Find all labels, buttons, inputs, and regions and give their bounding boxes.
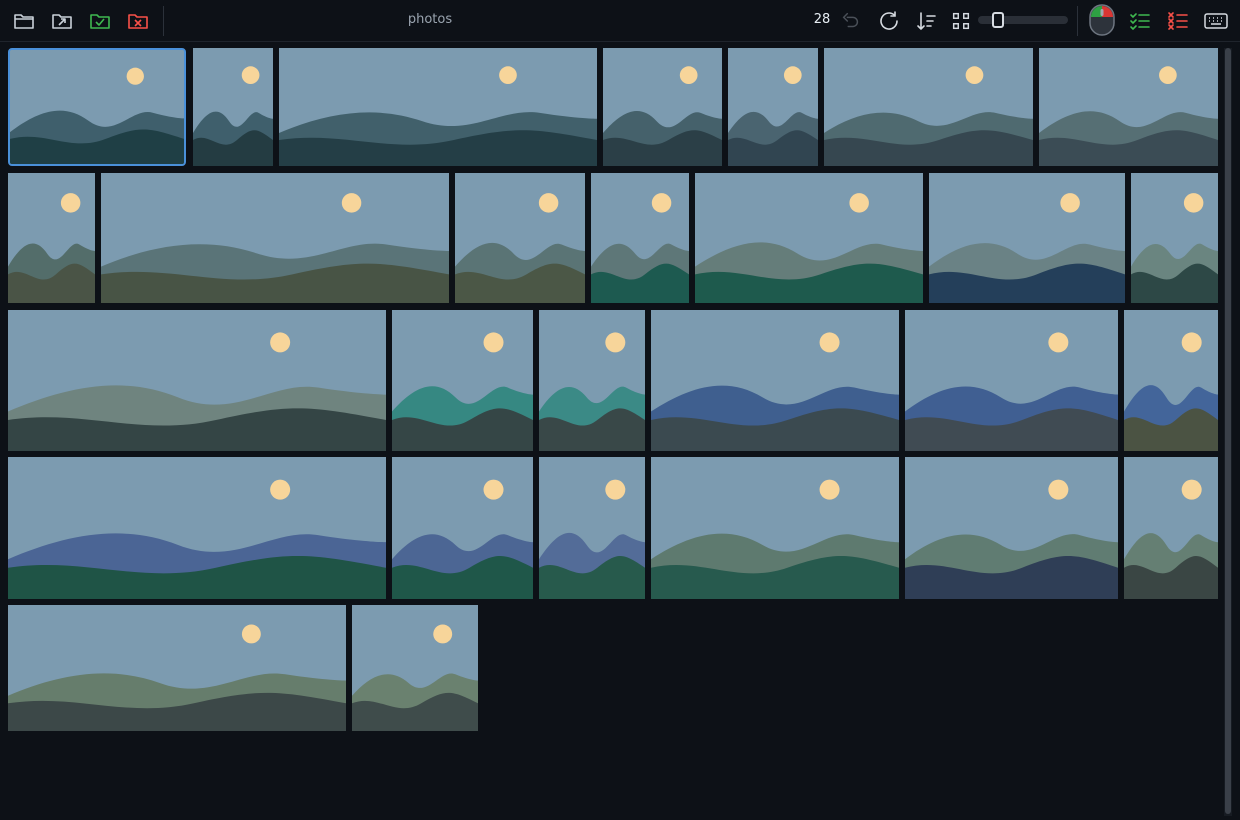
photo-image: [651, 310, 899, 451]
photo-image: [8, 310, 386, 451]
photo-image: [392, 457, 533, 599]
photo-image: [905, 457, 1118, 599]
photo-thumbnail[interactable]: [905, 457, 1118, 599]
photo-image: [603, 48, 722, 166]
photo-image: [8, 605, 346, 731]
photo-thumbnail[interactable]: [1124, 457, 1218, 599]
photo-thumbnail[interactable]: [651, 457, 899, 599]
photo-thumbnail[interactable]: [695, 173, 923, 303]
photo-thumbnail[interactable]: [8, 457, 386, 599]
photo-image: [1124, 457, 1218, 599]
photo-thumbnail[interactable]: [8, 173, 95, 303]
photo-image: [101, 173, 449, 303]
photo-thumbnail[interactable]: [8, 605, 346, 731]
photo-thumbnail[interactable]: [8, 310, 386, 451]
photo-thumbnail[interactable]: [728, 48, 818, 166]
photo-image: [392, 310, 533, 451]
photo-thumbnail[interactable]: [539, 457, 645, 599]
photo-image: [651, 457, 899, 599]
photo-image: [8, 457, 386, 599]
photo-thumbnail[interactable]: [392, 457, 533, 599]
photo-thumbnail[interactable]: [1039, 48, 1218, 166]
photo-thumbnail[interactable]: [101, 173, 449, 303]
photo-thumbnail[interactable]: [352, 605, 478, 731]
photo-image: [728, 48, 818, 166]
photo-thumbnail[interactable]: [1124, 310, 1218, 451]
photo-image: [905, 310, 1118, 451]
photo-image: [539, 310, 645, 451]
photo-thumbnail[interactable]: [455, 173, 585, 303]
photo-thumbnail[interactable]: [651, 310, 899, 451]
photo-image: [1039, 48, 1218, 166]
photo-image: [455, 173, 585, 303]
photo-image: [1131, 173, 1218, 303]
photo-image: [1124, 310, 1218, 451]
thumbnail-grid: [0, 0, 1240, 820]
photo-thumbnail[interactable]: [8, 48, 186, 166]
photo-thumbnail[interactable]: [824, 48, 1033, 166]
photo-thumbnail[interactable]: [929, 173, 1125, 303]
photo-thumbnail[interactable]: [193, 48, 273, 166]
photo-thumbnail[interactable]: [539, 310, 645, 451]
photo-thumbnail[interactable]: [279, 48, 597, 166]
photo-image: [279, 48, 597, 166]
photo-thumbnail[interactable]: [392, 310, 533, 451]
photo-image: [352, 605, 478, 731]
photo-image: [193, 48, 273, 166]
photo-image: [824, 48, 1033, 166]
photo-thumbnail[interactable]: [905, 310, 1118, 451]
scrollbar-thumb[interactable]: [1225, 48, 1231, 814]
photo-image: [10, 50, 184, 164]
photo-image: [695, 173, 923, 303]
photo-image: [8, 173, 95, 303]
photo-thumbnail[interactable]: [591, 173, 689, 303]
photo-thumbnail[interactable]: [603, 48, 722, 166]
photo-image: [929, 173, 1125, 303]
photo-thumbnail[interactable]: [1131, 173, 1218, 303]
photo-image: [591, 173, 689, 303]
photo-image: [539, 457, 645, 599]
